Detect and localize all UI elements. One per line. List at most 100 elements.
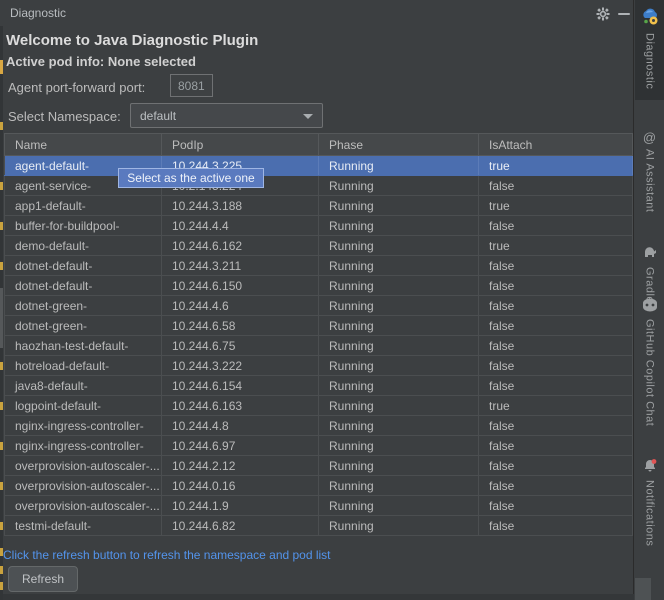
cell-isattach: false: [479, 376, 633, 396]
minimize-icon[interactable]: [615, 5, 633, 23]
cell-phase: Running: [319, 156, 479, 176]
cell-name: overprovision-autoscaler-...: [5, 476, 162, 496]
cell-isattach: false: [479, 216, 633, 236]
cell-phase: Running: [319, 336, 479, 356]
column-header-phase[interactable]: Phase: [319, 134, 479, 156]
stripe-tab-gradle[interactable]: Gradle: [635, 246, 664, 303]
gutter-tick: [0, 222, 3, 230]
cell-name: logpoint-default-: [5, 396, 162, 416]
table-row[interactable]: overprovision-autoscaler-...10.244.0.16R…: [5, 476, 633, 496]
namespace-dropdown[interactable]: default: [130, 103, 323, 128]
cell-name: dotnet-green-: [5, 316, 162, 336]
stripe-tab-label: GitHub Copilot Chat: [644, 319, 656, 426]
stripe-tab-copilot[interactable]: GitHub Copilot Chat: [635, 298, 664, 426]
table-row[interactable]: agent-service-10.2.145.224Runningfalse: [5, 176, 633, 196]
cell-name: dotnet-default-: [5, 276, 162, 296]
cell-phase: Running: [319, 296, 479, 316]
table-row[interactable]: agent-default-10.244.3.225Runningtrue: [5, 156, 633, 176]
table-row[interactable]: overprovision-autoscaler-...10.244.2.12R…: [5, 456, 633, 476]
cell-isattach: false: [479, 476, 633, 496]
cell-phase: Running: [319, 456, 479, 476]
cell-podip: 10.244.6.163: [162, 396, 319, 416]
cell-name: dotnet-default-: [5, 256, 162, 276]
cell-isattach: false: [479, 176, 633, 196]
table-row[interactable]: logpoint-default-10.244.6.163Runningtrue: [5, 396, 633, 416]
cell-podip: 10.244.6.75: [162, 336, 319, 356]
cell-podip: 10.244.6.154: [162, 376, 319, 396]
gutter-tick: [0, 482, 3, 490]
gear-icon[interactable]: [594, 5, 612, 23]
diagnostic-plugin-icon: [641, 8, 659, 29]
refresh-button[interactable]: Refresh: [8, 566, 78, 592]
port-forward-input[interactable]: [170, 74, 213, 97]
gutter-scroll-thumb[interactable]: [0, 288, 3, 348]
column-header-isattach[interactable]: IsAttach: [479, 134, 633, 156]
stripe-corner-block: [635, 578, 651, 600]
cell-isattach: false: [479, 336, 633, 356]
cell-isattach: false: [479, 416, 633, 436]
cell-phase: Running: [319, 276, 479, 296]
table-row[interactable]: nginx-ingress-controller-10.244.6.97Runn…: [5, 436, 633, 456]
table-row[interactable]: nginx-ingress-controller-10.244.4.8Runni…: [5, 416, 633, 436]
table-row[interactable]: buffer-for-buildpool-10.244.4.4Runningfa…: [5, 216, 633, 236]
stripe-tab-label: AI Assistant: [644, 149, 656, 212]
table-row[interactable]: testmi-default-10.244.6.82Runningfalse: [5, 516, 633, 536]
cell-name: overprovision-autoscaler-...: [5, 456, 162, 476]
stripe-tab-ai-assistant[interactable]: @ AI Assistant: [635, 130, 664, 212]
cell-phase: Running: [319, 416, 479, 436]
table-row[interactable]: hotreload-default-10.244.3.222Runningfal…: [5, 356, 633, 376]
cell-phase: Running: [319, 376, 479, 396]
table-row[interactable]: app1-default-10.244.3.188Runningtrue: [5, 196, 633, 216]
cell-isattach: false: [479, 316, 633, 336]
cell-phase: Running: [319, 196, 479, 216]
welcome-heading: Welcome to Java Diagnostic Plugin: [6, 32, 258, 49]
pod-table-header-row: NamePodIpPhaseIsAttach: [5, 134, 633, 156]
cell-isattach: false: [479, 356, 633, 376]
cell-podip: 10.244.3.211: [162, 256, 319, 276]
cell-podip: 10.244.3.222: [162, 356, 319, 376]
cell-podip: 10.244.3.188: [162, 196, 319, 216]
diagnostic-tool-window: Diagnostic Welcome to Java Diagnostic Pl…: [0, 0, 634, 600]
at-icon: @: [643, 130, 656, 145]
gutter-tick: [0, 262, 3, 270]
stripe-tab-notifications[interactable]: Notifications: [635, 458, 664, 546]
cell-isattach: false: [479, 516, 633, 536]
bottom-edge: [0, 594, 634, 600]
stripe-tab-diagnostic[interactable]: Diagnostic: [635, 0, 664, 100]
cell-name: nginx-ingress-controller-: [5, 436, 162, 456]
gutter-tick: [0, 548, 3, 556]
table-row[interactable]: dotnet-default-10.244.6.150Runningfalse: [5, 276, 633, 296]
cell-podip: 10.244.6.162: [162, 236, 319, 256]
cell-podip: 10.244.4.6: [162, 296, 319, 316]
gutter-tick: [0, 522, 3, 530]
cell-phase: Running: [319, 216, 479, 236]
cell-phase: Running: [319, 436, 479, 456]
gutter-tick: [0, 582, 3, 590]
editor-gutter-strip: [0, 26, 3, 600]
column-header-podip[interactable]: PodIp: [162, 134, 319, 156]
cell-phase: Running: [319, 316, 479, 336]
cell-podip: 10.244.1.9: [162, 496, 319, 516]
cell-name: demo-default-: [5, 236, 162, 256]
table-row[interactable]: dotnet-default-10.244.3.211Runningfalse: [5, 256, 633, 276]
cell-name: overprovision-autoscaler-...: [5, 496, 162, 516]
cell-isattach: false: [479, 456, 633, 476]
elephant-icon: [642, 246, 658, 263]
cell-phase: Running: [319, 356, 479, 376]
tooltip: Select as the active one: [118, 168, 264, 188]
column-header-name[interactable]: Name: [5, 134, 162, 156]
tool-window-stripe: Diagnostic @ AI Assistant Gradle GitHub …: [635, 0, 664, 600]
table-row[interactable]: overprovision-autoscaler-...10.244.1.9Ru…: [5, 496, 633, 516]
cell-phase: Running: [319, 476, 479, 496]
tool-window-title: Diagnostic: [10, 6, 66, 20]
cell-phase: Running: [319, 496, 479, 516]
cell-podip: 10.244.6.150: [162, 276, 319, 296]
cell-name: java8-default-: [5, 376, 162, 396]
table-row[interactable]: demo-default-10.244.6.162Runningtrue: [5, 236, 633, 256]
table-row[interactable]: java8-default-10.244.6.154Runningfalse: [5, 376, 633, 396]
table-row[interactable]: dotnet-green-10.244.4.6Runningfalse: [5, 296, 633, 316]
table-row[interactable]: haozhan-test-default-10.244.6.75Runningf…: [5, 336, 633, 356]
table-row[interactable]: dotnet-green-10.244.6.58Runningfalse: [5, 316, 633, 336]
cell-isattach: true: [479, 196, 633, 216]
cell-name: hotreload-default-: [5, 356, 162, 376]
